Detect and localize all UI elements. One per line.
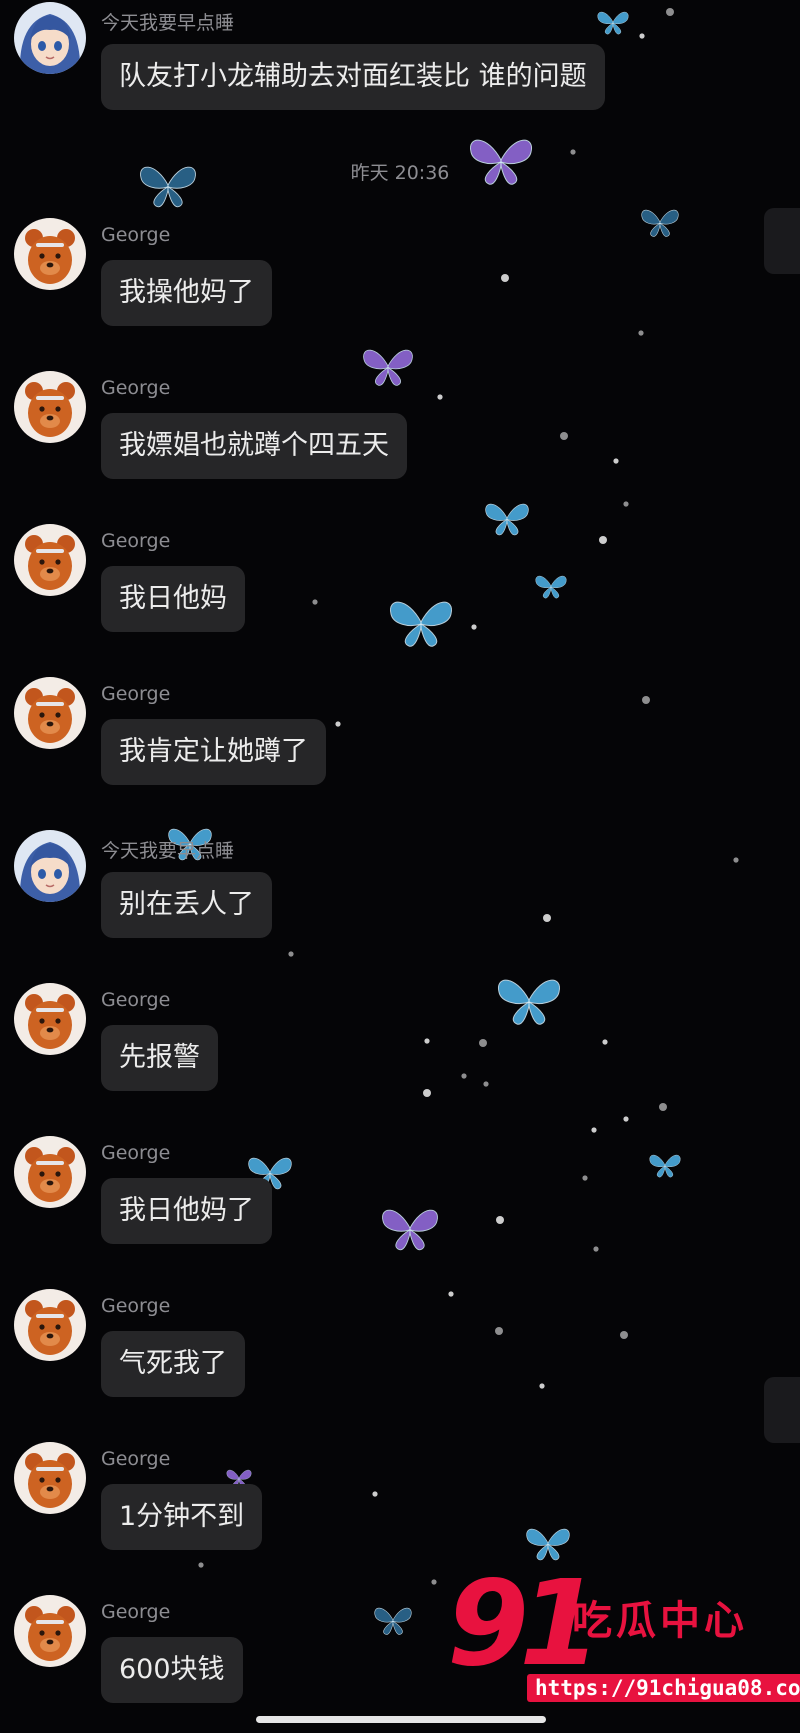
sender-name: 今天我要早点睡 bbox=[101, 12, 235, 34]
sparkle-dot bbox=[471, 624, 477, 630]
sender-name: George bbox=[101, 1295, 171, 1317]
sparkle-dot bbox=[659, 1103, 667, 1111]
sender-name: George bbox=[101, 683, 171, 705]
sparkle-dot bbox=[543, 914, 551, 922]
message-bubble[interactable]: 先报警 bbox=[101, 1025, 218, 1092]
teddy-bear-avatar[interactable] bbox=[14, 371, 86, 443]
sparkle-dot bbox=[539, 1383, 545, 1389]
message-bubble[interactable]: 我嫖娼也就蹲个四五天 bbox=[101, 413, 407, 480]
message-bubble[interactable]: 1分钟不到 bbox=[101, 1484, 263, 1551]
message-bubble[interactable]: 别在丢人了 bbox=[101, 872, 272, 939]
sparkle-dot bbox=[599, 536, 607, 544]
sparkle-dot bbox=[495, 1327, 503, 1335]
butterfly-icon bbox=[485, 503, 529, 536]
teddy-bear-avatar[interactable] bbox=[14, 524, 86, 596]
butterfly-icon bbox=[649, 1154, 681, 1178]
teddy-bear-avatar[interactable] bbox=[14, 1289, 86, 1361]
butterfly-icon bbox=[597, 11, 629, 35]
sparkle-dot bbox=[501, 274, 509, 282]
butterfly-icon bbox=[390, 601, 452, 647]
sparkle-dot bbox=[448, 1291, 454, 1297]
sparkle-dot bbox=[431, 1579, 437, 1585]
sparkle-dot bbox=[666, 8, 674, 16]
teddy-bear-avatar[interactable] bbox=[14, 1442, 86, 1514]
teddy-bear-avatar[interactable] bbox=[14, 218, 86, 290]
message-bubble[interactable]: 600块钱 bbox=[101, 1637, 243, 1704]
sparkle-dot bbox=[372, 1491, 378, 1497]
sender-name: George bbox=[101, 530, 171, 552]
watermark-url: https://91chigua08.com bbox=[527, 1674, 800, 1702]
sparkle-dot bbox=[312, 599, 318, 605]
anime-girl-avatar[interactable] bbox=[14, 830, 86, 902]
watermark-number: 91 bbox=[447, 1554, 601, 1692]
sparkle-dot bbox=[424, 1038, 430, 1044]
sparkle-dot bbox=[623, 1116, 629, 1122]
sparkle-dot bbox=[620, 1331, 628, 1339]
sparkle-dot bbox=[623, 501, 629, 507]
sender-name: 今天我要早点睡 bbox=[101, 840, 235, 862]
message-bubble[interactable]: 队友打小龙辅助去对面红装比 谁的问题 bbox=[101, 44, 605, 111]
sparkle-dot bbox=[593, 1246, 599, 1252]
anime-girl-avatar[interactable] bbox=[14, 2, 86, 74]
teddy-bear-avatar[interactable] bbox=[14, 983, 86, 1055]
sparkle-dot bbox=[613, 458, 619, 464]
sparkle-dot bbox=[423, 1089, 431, 1097]
teddy-bear-avatar[interactable] bbox=[14, 677, 86, 749]
butterfly-icon bbox=[363, 349, 413, 386]
sparkle-dot bbox=[582, 1175, 588, 1181]
sparkle-dot bbox=[591, 1127, 597, 1133]
sparkle-dot bbox=[335, 721, 341, 727]
site-watermark: 91 吃瓜中心 https://91chigua08.com bbox=[447, 1554, 800, 1702]
time-divider: 昨天 20:36 bbox=[350, 162, 450, 184]
sparkle-dot bbox=[642, 696, 650, 704]
sparkle-dot bbox=[198, 1562, 204, 1568]
teddy-bear-avatar[interactable] bbox=[14, 1595, 86, 1667]
home-indicator[interactable] bbox=[256, 1716, 546, 1723]
sparkle-dot bbox=[602, 1039, 608, 1045]
butterfly-icon bbox=[535, 575, 567, 599]
side-edge-tab[interactable] bbox=[764, 208, 800, 274]
sender-name: George bbox=[101, 377, 171, 399]
sparkle-dot bbox=[479, 1039, 487, 1047]
message-bubble[interactable]: 我操他妈了 bbox=[101, 260, 272, 327]
message-bubble[interactable]: 我日他妈 bbox=[101, 566, 245, 633]
sparkle-dot bbox=[288, 951, 294, 957]
sender-name: George bbox=[101, 1142, 171, 1164]
teddy-bear-avatar[interactable] bbox=[14, 1136, 86, 1208]
sparkle-dot bbox=[483, 1081, 489, 1087]
butterfly-icon bbox=[498, 979, 560, 1025]
sparkle-dot bbox=[461, 1073, 467, 1079]
sparkle-dot bbox=[496, 1216, 504, 1224]
sparkle-dot bbox=[638, 330, 644, 336]
butterfly-icon bbox=[641, 209, 679, 237]
message-bubble[interactable]: 气死我了 bbox=[101, 1331, 245, 1398]
sender-name: George bbox=[101, 224, 171, 246]
sparkle-dot bbox=[639, 33, 645, 39]
sparkle-dot bbox=[733, 857, 739, 863]
side-edge-tab[interactable] bbox=[764, 1377, 800, 1443]
sparkle-dot bbox=[560, 432, 568, 440]
sender-name: George bbox=[101, 1601, 171, 1623]
message-bubble[interactable]: 我肯定让她蹲了 bbox=[101, 719, 326, 786]
sparkle-dot bbox=[437, 394, 443, 400]
butterfly-icon bbox=[382, 1209, 438, 1251]
sender-name: George bbox=[101, 989, 171, 1011]
watermark-name: 吃瓜中心 bbox=[572, 1598, 748, 1644]
sender-name: George bbox=[101, 1448, 171, 1470]
butterfly-icon bbox=[374, 1607, 412, 1635]
message-bubble[interactable]: 我日他妈了 bbox=[101, 1178, 272, 1245]
sparkle-dot bbox=[570, 149, 576, 155]
